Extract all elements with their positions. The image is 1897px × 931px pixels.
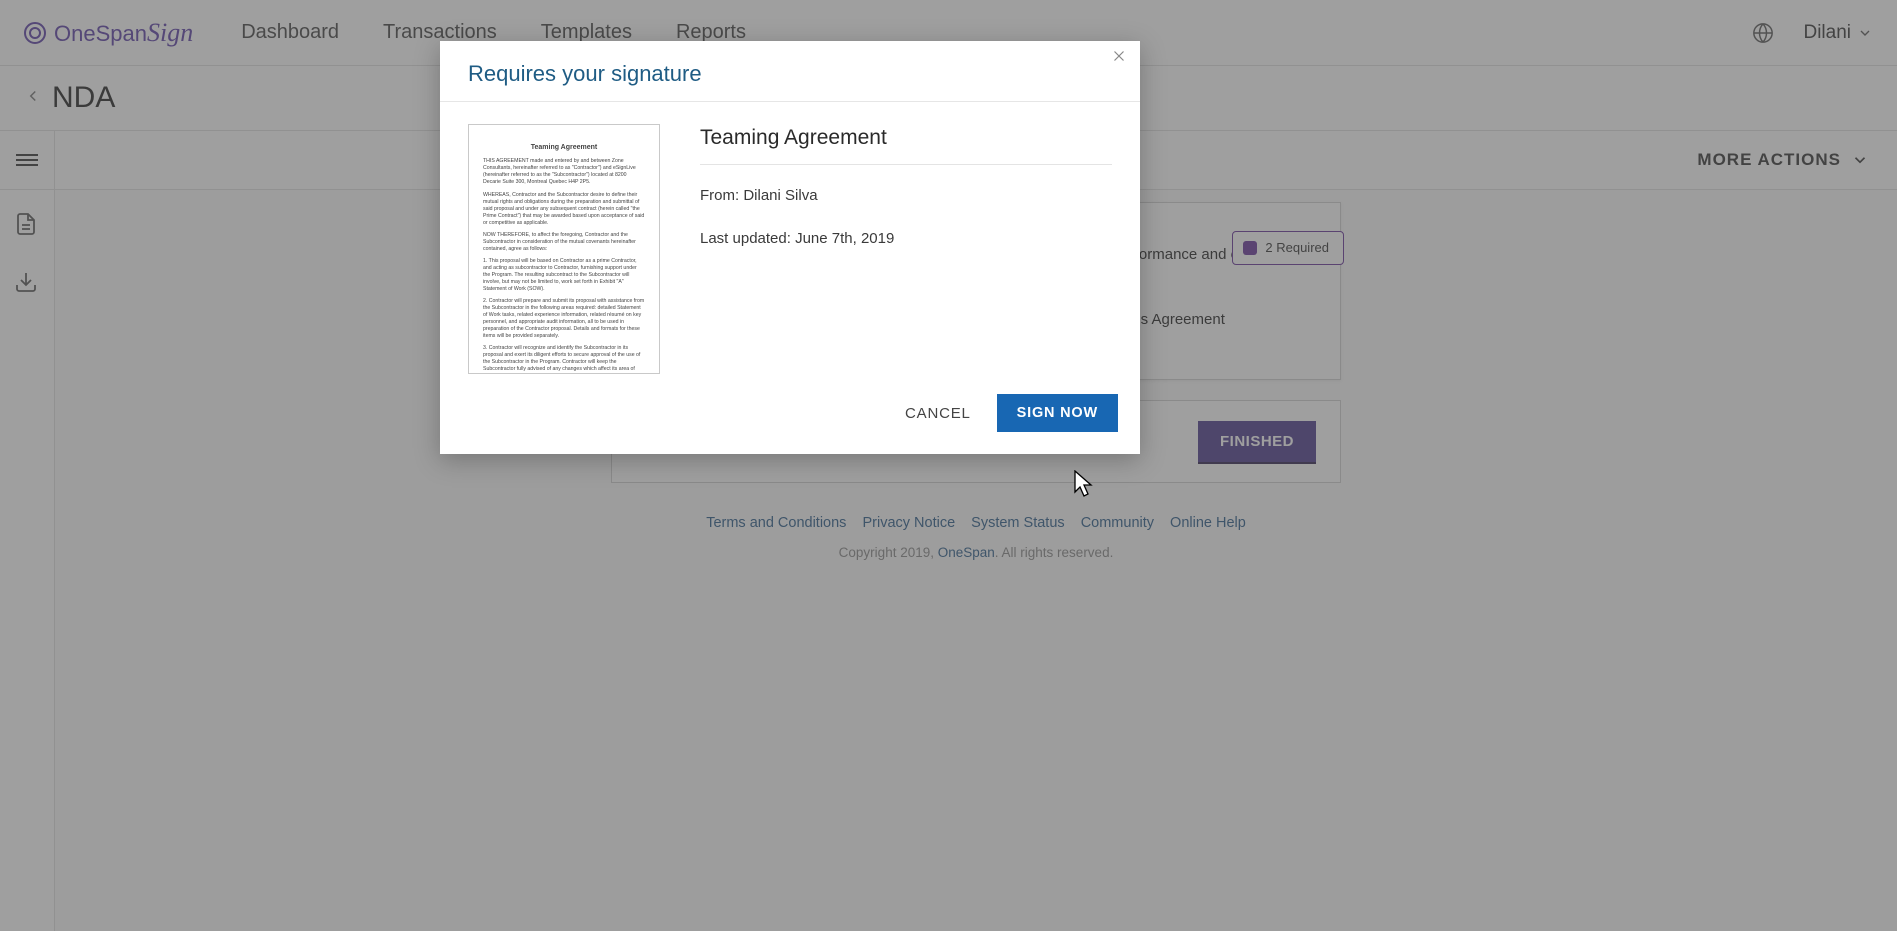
updated-value: June 7th, 2019: [795, 230, 894, 247]
sign-now-button[interactable]: SIGN NOW: [997, 394, 1118, 432]
signature-required-modal: Requires your signature Teaming Agreemen…: [440, 41, 1140, 454]
modal-header: Requires your signature: [440, 41, 1140, 102]
close-icon: [1110, 47, 1128, 65]
modal-doc-title: Teaming Agreement: [700, 126, 1112, 150]
modal-footer: CANCEL SIGN NOW: [440, 384, 1140, 454]
modal-meta: Teaming Agreement From: Dilani Silva Las…: [700, 124, 1112, 374]
updated-line: Last updated: June 7th, 2019: [700, 230, 1112, 247]
thumb-body-text: THIS AGREEMENT made and entered by and b…: [483, 158, 645, 374]
from-label: From:: [700, 187, 743, 204]
modal-close-button[interactable]: [1110, 47, 1130, 67]
from-line: From: Dilani Silva: [700, 187, 1112, 204]
modal-body: Teaming Agreement THIS AGREEMENT made an…: [440, 102, 1140, 384]
modal-title: Requires your signature: [468, 61, 1112, 87]
cancel-button[interactable]: CANCEL: [905, 405, 971, 422]
from-value: Dilani Silva: [743, 187, 817, 204]
document-thumbnail[interactable]: Teaming Agreement THIS AGREEMENT made an…: [468, 124, 660, 374]
divider: [700, 164, 1112, 165]
updated-label: Last updated:: [700, 230, 795, 247]
thumb-title: Teaming Agreement: [483, 143, 645, 152]
